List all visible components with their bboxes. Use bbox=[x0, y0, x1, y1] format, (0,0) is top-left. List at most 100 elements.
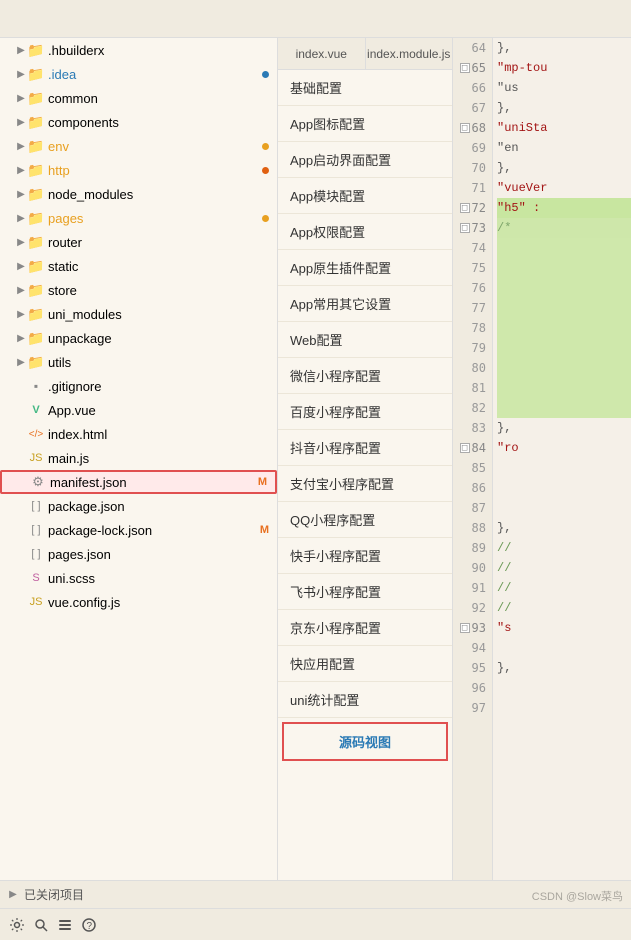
tree-item-unpackage[interactable]: ▶ 📁 unpackage bbox=[0, 326, 277, 350]
fold-icon[interactable]: □ bbox=[460, 203, 470, 213]
search-icon-btn[interactable] bbox=[32, 916, 50, 934]
tree-item-packagejson[interactable]: [ ] package.json bbox=[0, 494, 277, 518]
chevron-icon: ▶ bbox=[16, 309, 26, 319]
tree-item-node-modules[interactable]: ▶ 📁 node_modules bbox=[0, 182, 277, 206]
line-num-72[interactable]: □ 72 bbox=[453, 198, 492, 218]
tree-item-packagelockjson[interactable]: [ ] package-lock.json M bbox=[0, 518, 277, 542]
folder-icon: 📁 bbox=[28, 186, 44, 202]
tree-item-gitignore[interactable]: ▪ .gitignore bbox=[0, 374, 277, 398]
menu-item-app-native-plugin[interactable]: App原生插件配置 bbox=[278, 250, 452, 286]
code-line-78 bbox=[497, 318, 631, 338]
tree-item-vueconfigjs[interactable]: JS vue.config.js bbox=[0, 590, 277, 614]
tree-item-label: vue.config.js bbox=[48, 595, 269, 610]
line-num-65[interactable]: □ 65 bbox=[453, 58, 492, 78]
tree-item-manifest-json[interactable]: ⚙ manifest.json M bbox=[0, 470, 277, 494]
tree-item-mainjs[interactable]: JS main.js bbox=[0, 446, 277, 470]
fold-icon[interactable]: □ bbox=[460, 63, 470, 73]
file-plain-icon: ▪ bbox=[28, 378, 44, 394]
fold-icon[interactable]: □ bbox=[460, 123, 470, 133]
tab-index-module-js[interactable]: index.module.js bbox=[366, 38, 453, 69]
chevron-icon: ▶ bbox=[16, 93, 26, 103]
fold-icon[interactable]: □ bbox=[460, 623, 470, 633]
tree-item-hbuilderx[interactable]: ▶ 📁 .hbuilderx bbox=[0, 38, 277, 62]
menu-item-uni-stats[interactable]: uni统计配置 bbox=[278, 682, 452, 718]
menu-item-kuaishou-mini[interactable]: 快手小程序配置 bbox=[278, 538, 452, 574]
menu-item-label: 京东小程序配置 bbox=[290, 618, 381, 637]
line-num-73[interactable]: □ 73 bbox=[453, 218, 492, 238]
settings-icon-btn[interactable] bbox=[8, 916, 26, 934]
chevron-icon: ▶ bbox=[16, 333, 26, 343]
tree-item-label: static bbox=[48, 259, 269, 274]
menu-item-feishu-mini[interactable]: 飞书小程序配置 bbox=[278, 574, 452, 610]
menu-item-label: App模块配置 bbox=[290, 186, 365, 205]
line-num-74: 74 bbox=[453, 238, 492, 258]
fold-icon[interactable]: □ bbox=[460, 443, 470, 453]
top-bar bbox=[0, 0, 631, 38]
code-line-81 bbox=[497, 378, 631, 398]
tree-item-pagesjson[interactable]: [ ] pages.json bbox=[0, 542, 277, 566]
menu-item-app-common-settings[interactable]: App常用其它设置 bbox=[278, 286, 452, 322]
code-line-75 bbox=[497, 258, 631, 278]
fold-icon[interactable]: □ bbox=[460, 223, 470, 233]
code-line-80 bbox=[497, 358, 631, 378]
tree-item-utils[interactable]: ▶ 📁 utils bbox=[0, 350, 277, 374]
tree-item-indexhtml[interactable]: </> index.html bbox=[0, 422, 277, 446]
source-view-button[interactable]: 源码视图 bbox=[282, 722, 448, 761]
menu-item-label: App常用其它设置 bbox=[290, 294, 391, 313]
tree-item-label: env bbox=[48, 139, 258, 154]
tree-item-router[interactable]: ▶ 📁 router bbox=[0, 230, 277, 254]
menu-item-app-launch[interactable]: App启动界面配置 bbox=[278, 142, 452, 178]
tree-item-label: utils bbox=[48, 355, 269, 370]
code-line-65: "mp-tou bbox=[497, 58, 631, 78]
menu-item-qq-mini[interactable]: QQ小程序配置 bbox=[278, 502, 452, 538]
menu-item-quick-app[interactable]: 快应用配置 bbox=[278, 646, 452, 682]
menu-item-app-module[interactable]: App模块配置 bbox=[278, 178, 452, 214]
code-lines-area[interactable]: }, "mp-tou "us }, "uniSta "en }, "vueVer… bbox=[493, 38, 631, 880]
tree-item-idea[interactable]: ▶ 📁 .idea bbox=[0, 62, 277, 86]
code-line-67: }, bbox=[497, 98, 631, 118]
line-num-95: 95 bbox=[453, 658, 492, 678]
menu-item-label: uni统计配置 bbox=[290, 690, 359, 709]
menu-item-app-permission[interactable]: App权限配置 bbox=[278, 214, 452, 250]
line-num-93[interactable]: □ 93 bbox=[453, 618, 492, 638]
tree-item-common[interactable]: ▶ 📁 common bbox=[0, 86, 277, 110]
tree-item-components[interactable]: ▶ 📁 components bbox=[0, 110, 277, 134]
menu-item-baidu-mini[interactable]: 百度小程序配置 bbox=[278, 394, 452, 430]
menu-item-douyin-mini[interactable]: 抖音小程序配置 bbox=[278, 430, 452, 466]
tree-item-uniscss[interactable]: S uni.scss bbox=[0, 566, 277, 590]
tree-item-label: App.vue bbox=[48, 403, 269, 418]
menu-item-label: QQ小程序配置 bbox=[290, 510, 375, 529]
menu-tabs: index.vue index.module.js bbox=[278, 38, 452, 70]
menu-item-jingdong-mini[interactable]: 京东小程序配置 bbox=[278, 610, 452, 646]
line-num-66: 66 bbox=[453, 78, 492, 98]
chevron-icon: ▶ bbox=[16, 285, 26, 295]
tab-index-vue[interactable]: index.vue bbox=[278, 38, 366, 69]
tools-icon-btn[interactable] bbox=[56, 916, 74, 934]
line-num-68[interactable]: □ 68 bbox=[453, 118, 492, 138]
line-num-71: 71 bbox=[453, 178, 492, 198]
tree-item-label: .idea bbox=[48, 67, 258, 82]
tree-item-static[interactable]: ▶ 📁 static bbox=[0, 254, 277, 278]
menu-item-app-icon[interactable]: App图标配置 bbox=[278, 106, 452, 142]
tree-item-http[interactable]: ▶ 📁 http bbox=[0, 158, 277, 182]
code-content: 64 □ 65 66 67 □ 68 69 70 71 □ 72 bbox=[453, 38, 631, 880]
line-num-76: 76 bbox=[453, 278, 492, 298]
help-icon-btn[interactable]: ? bbox=[80, 916, 98, 934]
menu-item-web-config[interactable]: Web配置 bbox=[278, 322, 452, 358]
line-num-84[interactable]: □ 84 bbox=[453, 438, 492, 458]
menu-item-wechat-mini[interactable]: 微信小程序配置 bbox=[278, 358, 452, 394]
tree-item-appvue[interactable]: V App.vue bbox=[0, 398, 277, 422]
tree-item-uni-modules[interactable]: ▶ 📁 uni_modules bbox=[0, 302, 277, 326]
closed-projects-label: 已关闭项目 bbox=[24, 886, 84, 903]
menu-item-alipay-mini[interactable]: 支付宝小程序配置 bbox=[278, 466, 452, 502]
menu-item-label: App权限配置 bbox=[290, 222, 365, 241]
json-file-icon: [ ] bbox=[28, 546, 44, 562]
folder-icon: 📁 bbox=[28, 306, 44, 322]
tree-item-pages[interactable]: ▶ 📁 pages bbox=[0, 206, 277, 230]
menu-item-basic-config[interactable]: 基础配置 bbox=[278, 70, 452, 106]
tab-label: index.vue bbox=[296, 47, 347, 61]
tree-item-env[interactable]: ▶ 📁 env bbox=[0, 134, 277, 158]
chevron-right-icon: ▶ bbox=[8, 890, 18, 900]
tree-item-label: router bbox=[48, 235, 269, 250]
tree-item-store[interactable]: ▶ 📁 store bbox=[0, 278, 277, 302]
